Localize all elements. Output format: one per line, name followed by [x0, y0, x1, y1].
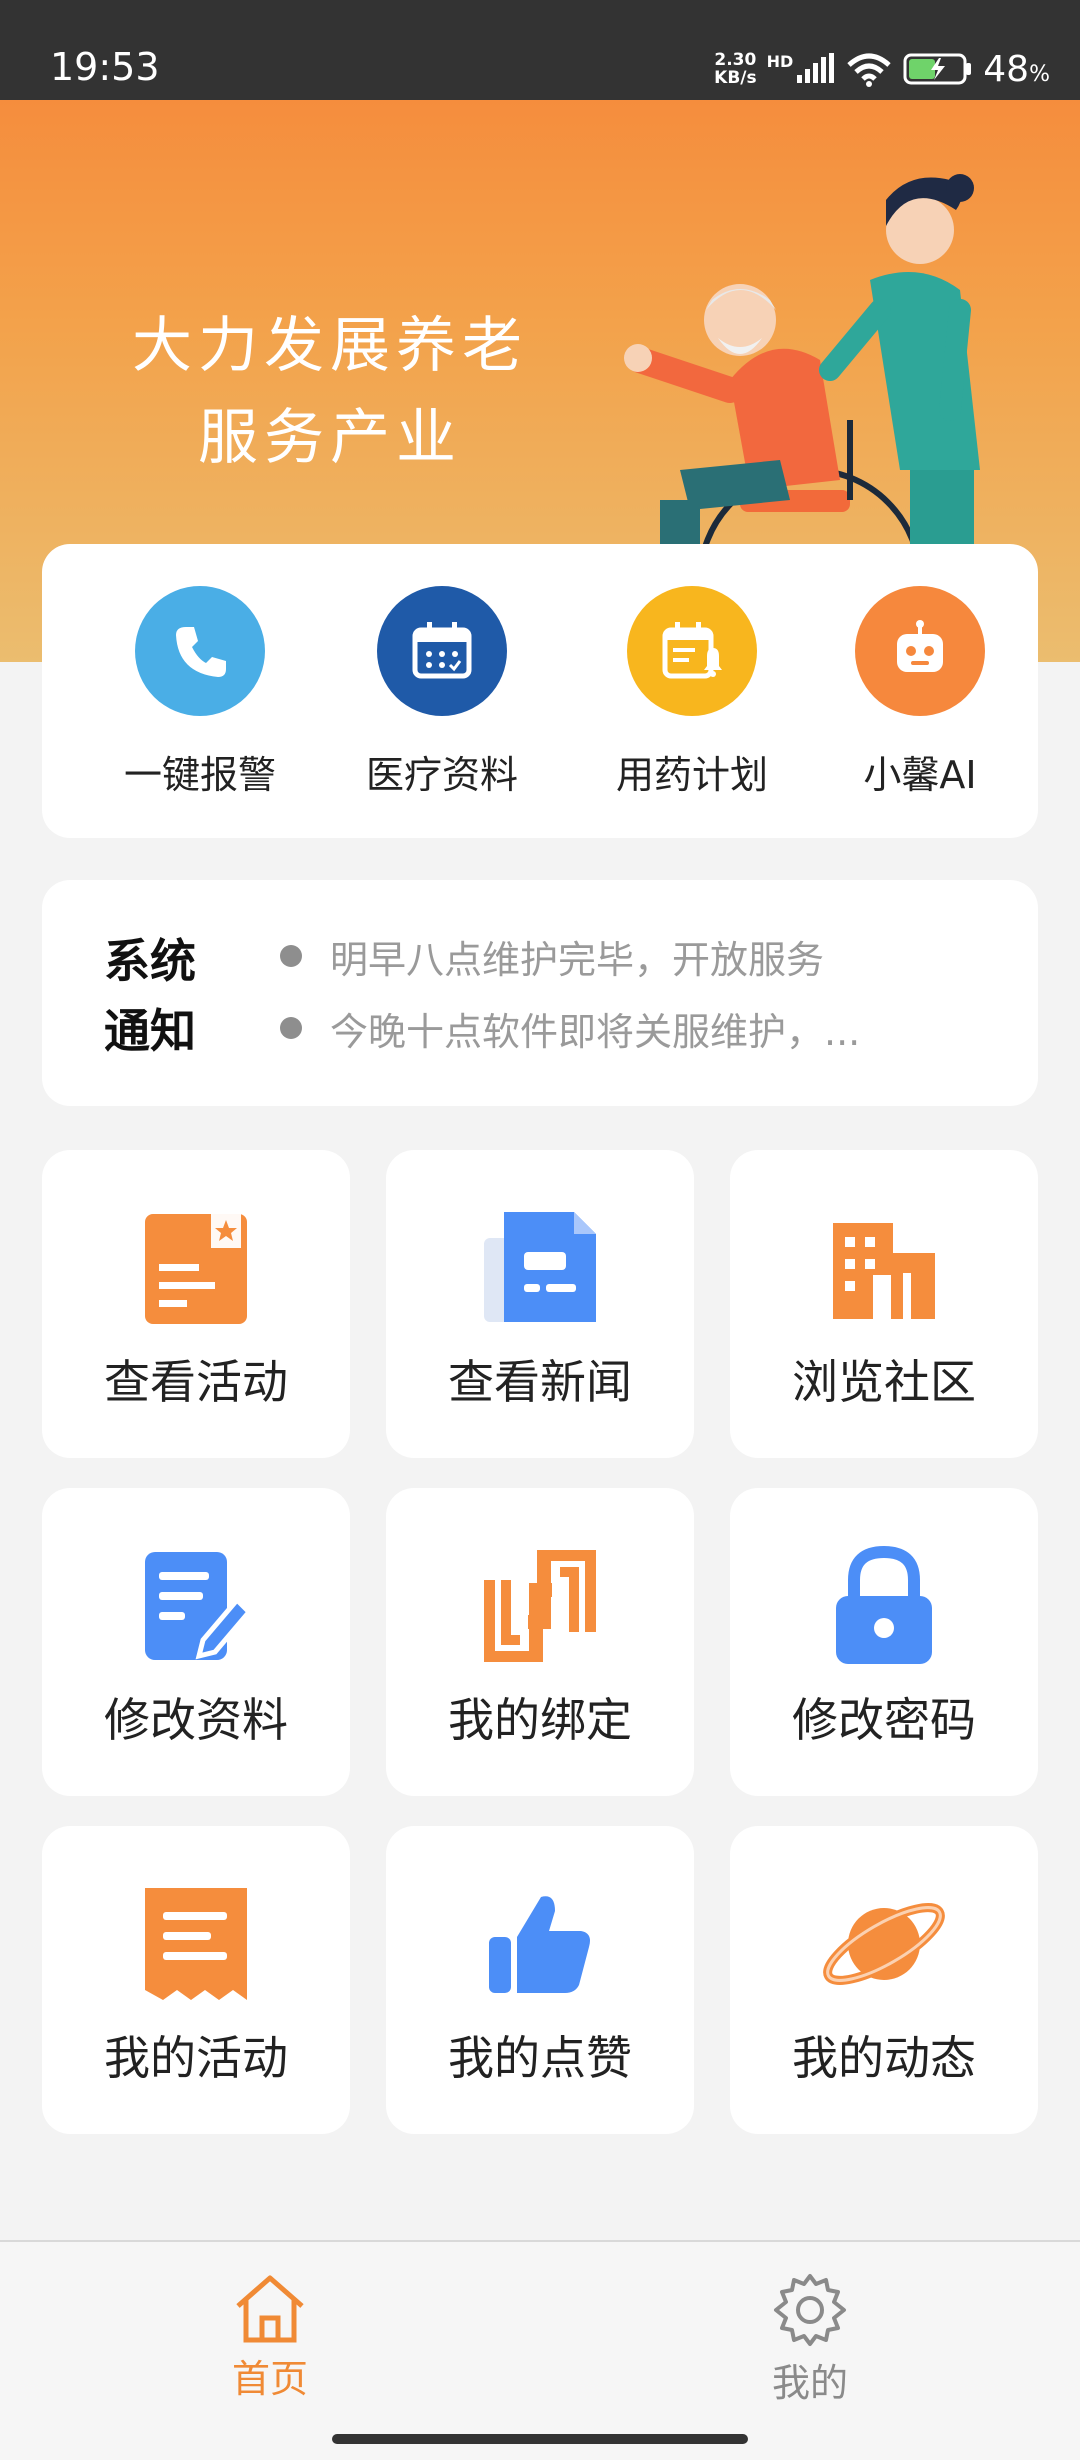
- notice-list: 明早八点维护完毕，开放服务 今晚十点软件即将关服维护，...: [280, 920, 1000, 1064]
- notice-item[interactable]: 今晚十点软件即将关服维护，...: [280, 992, 1000, 1064]
- notice-item[interactable]: 明早八点维护完毕，开放服务: [280, 920, 1000, 992]
- bullet-dot: [280, 945, 302, 967]
- status-time: 19:53: [50, 45, 160, 89]
- network-speed: 2.30 KB/s: [714, 50, 757, 88]
- tile-edit-profile[interactable]: 修改资料: [42, 1488, 350, 1796]
- tile-browse-community[interactable]: 浏览社区: [730, 1150, 1038, 1458]
- caregiver-illustration: [624, 174, 980, 610]
- bullet-dot: [280, 1017, 302, 1039]
- battery-charging-icon: [903, 53, 972, 85]
- activity-card-icon: [42, 1208, 350, 1328]
- phone-icon: [135, 586, 265, 716]
- quick-actions-card: 一键报警 医疗资料 用药计划 小馨AI: [42, 544, 1038, 838]
- nav-home-label: 首页: [231, 2357, 308, 2401]
- tile-view-news[interactable]: 查看新闻: [386, 1150, 694, 1458]
- gesture-bar[interactable]: [332, 2434, 748, 2444]
- news-icon: [386, 1208, 694, 1328]
- home-icon: [236, 2275, 304, 2343]
- robot-icon: [855, 586, 985, 716]
- lock-icon: [730, 1545, 1038, 1666]
- tile-my-posts[interactable]: 我的动态: [730, 1826, 1038, 2134]
- tile-my-likes[interactable]: 我的点赞: [386, 1826, 694, 2134]
- quick-action-emergency[interactable]: 一键报警: [90, 586, 310, 806]
- planet-icon: [730, 1884, 1038, 2004]
- thumbs-up-icon: [386, 1884, 694, 2004]
- tile-view-activities[interactable]: 查看活动: [42, 1150, 350, 1458]
- quick-action-medication-plan[interactable]: 用药计划: [582, 586, 802, 806]
- status-icons: 2.30 KB/s HD 48%: [714, 44, 1050, 94]
- nav-mine-label: 我的: [771, 2361, 848, 2405]
- signal-icon: [797, 53, 835, 83]
- status-bar: 19:53 2.30 KB/s HD 48%: [0, 0, 1080, 100]
- building-icon: [730, 1208, 1038, 1328]
- nav-home[interactable]: 首页: [150, 2272, 390, 2403]
- quick-action-medical-records[interactable]: 医疗资料: [332, 586, 552, 806]
- hd-indicator: HD: [766, 51, 794, 71]
- quick-action-xiaoxin-ai[interactable]: 小馨AI: [810, 586, 1030, 806]
- battery-percent: 48%: [983, 48, 1050, 90]
- calendar-icon: [377, 586, 507, 716]
- bottom-navigation: 首页 我的: [0, 2240, 1080, 2460]
- notice-title: 系统通知: [104, 934, 196, 1058]
- tile-my-bindings[interactable]: 我的绑定: [386, 1488, 694, 1796]
- gear-icon: [774, 2274, 846, 2346]
- tile-my-activities[interactable]: 我的活动: [42, 1826, 350, 2134]
- binding-icon: [386, 1546, 694, 1666]
- tile-change-password[interactable]: 修改密码: [730, 1488, 1038, 1796]
- receipt-icon: [42, 1884, 350, 2004]
- system-notice-card[interactable]: 系统通知 明早八点维护完毕，开放服务 今晚十点软件即将关服维护，...: [42, 880, 1038, 1106]
- edit-document-icon: [42, 1546, 350, 1666]
- medication-plan-icon: [627, 586, 757, 716]
- wifi-icon: [847, 53, 891, 87]
- nav-mine[interactable]: 我的: [690, 2272, 930, 2407]
- banner-slogan: 大力发展养老 服务产业: [132, 311, 528, 473]
